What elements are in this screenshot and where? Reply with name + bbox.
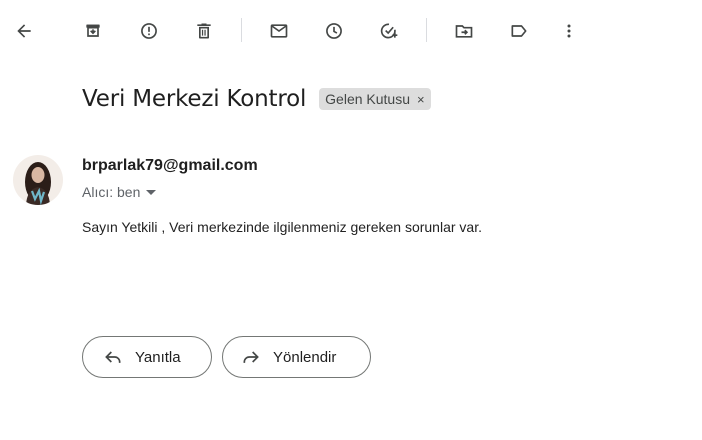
email-body: Sayın Yetkili , Veri merkezinde ilgilenm… — [82, 219, 482, 235]
more-vert-icon[interactable] — [549, 11, 589, 51]
email-subject: Veri Merkezi Kontrol — [82, 86, 307, 112]
forward-icon — [243, 351, 259, 363]
toolbar-divider — [426, 18, 427, 42]
forward-label: Yönlendir — [273, 348, 337, 366]
mark-unread-icon[interactable] — [259, 11, 299, 51]
message-toolbar — [0, 0, 702, 62]
toolbar-divider — [241, 18, 242, 42]
remove-label-icon[interactable]: × — [417, 92, 425, 107]
show-details-icon[interactable] — [146, 189, 157, 195]
label-chip-text: Gelen Kutusu — [325, 91, 410, 107]
reply-button[interactable]: Yanıtla — [82, 336, 212, 378]
recipient-line: Alıcı: ben — [82, 184, 157, 200]
add-task-icon[interactable] — [369, 11, 409, 51]
delete-icon[interactable] — [184, 11, 224, 51]
archive-icon[interactable] — [73, 11, 113, 51]
report-spam-icon[interactable] — [129, 11, 169, 51]
snooze-icon[interactable] — [314, 11, 354, 51]
label-icon[interactable] — [499, 11, 539, 51]
reply-icon — [105, 351, 121, 363]
forward-button[interactable]: Yönlendir — [222, 336, 371, 378]
subject-row: Veri Merkezi Kontrol Gelen Kutusu × — [82, 86, 431, 112]
back-arrow-icon[interactable] — [4, 11, 44, 51]
label-chip-inbox[interactable]: Gelen Kutusu × — [319, 88, 431, 110]
reply-label: Yanıtla — [135, 348, 181, 366]
recipient-text: Alıcı: ben — [82, 184, 141, 200]
sender-email: brparlak79@gmail.com — [82, 157, 258, 174]
sender-avatar[interactable] — [13, 155, 63, 205]
move-to-icon[interactable] — [444, 11, 484, 51]
